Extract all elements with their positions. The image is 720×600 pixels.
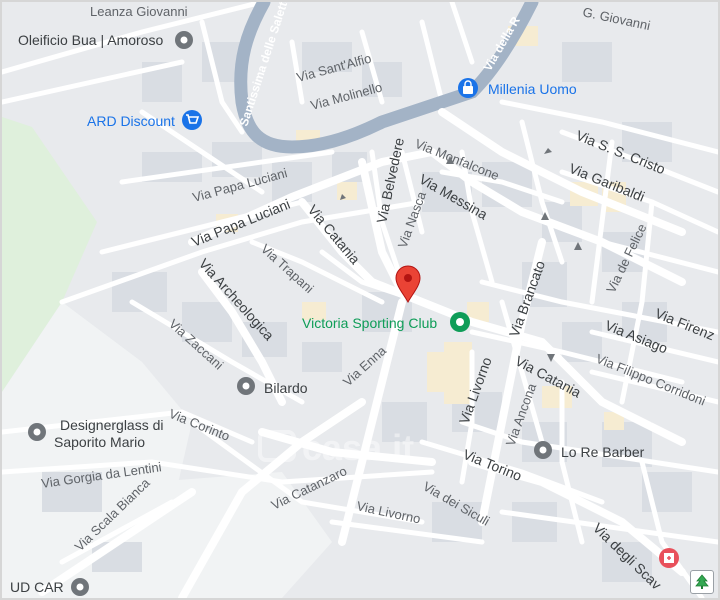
poi-label-ard: ARD Discount <box>87 113 175 129</box>
poi-label-lo-re: Lo Re Barber <box>561 444 645 460</box>
poi-ud-car[interactable]: UD CAR <box>10 578 89 596</box>
watermark-text: casa.it <box>302 427 414 468</box>
poi-label-bilardo: Bilardo <box>264 380 308 396</box>
map-control-icon[interactable] <box>690 570 714 594</box>
map-canvas[interactable]: Leanza Giovanni G. Giovanni Santissima d… <box>2 2 718 598</box>
poi-label-ud-car: UD CAR <box>10 579 64 595</box>
map-frame[interactable]: Leanza Giovanni G. Giovanni Santissima d… <box>0 0 720 600</box>
shopping-cart-icon <box>182 110 202 130</box>
poi-label-millenia: Millenia Uomo <box>488 81 577 97</box>
street-label-giovanni-top: Leanza Giovanni <box>90 4 188 19</box>
poi-bilardo[interactable]: Bilardo <box>237 377 308 396</box>
poi-label-designerglass-2: Saporito Mario <box>54 434 145 450</box>
poi-pharmacy[interactable] <box>659 548 679 568</box>
poi-label-victoria: Victoria Sporting Club <box>302 315 437 331</box>
poi-label-oleificio: Oleificio Bua | Amoroso <box>18 32 163 48</box>
poi-label-designerglass-1: Designerglass di <box>60 417 164 433</box>
